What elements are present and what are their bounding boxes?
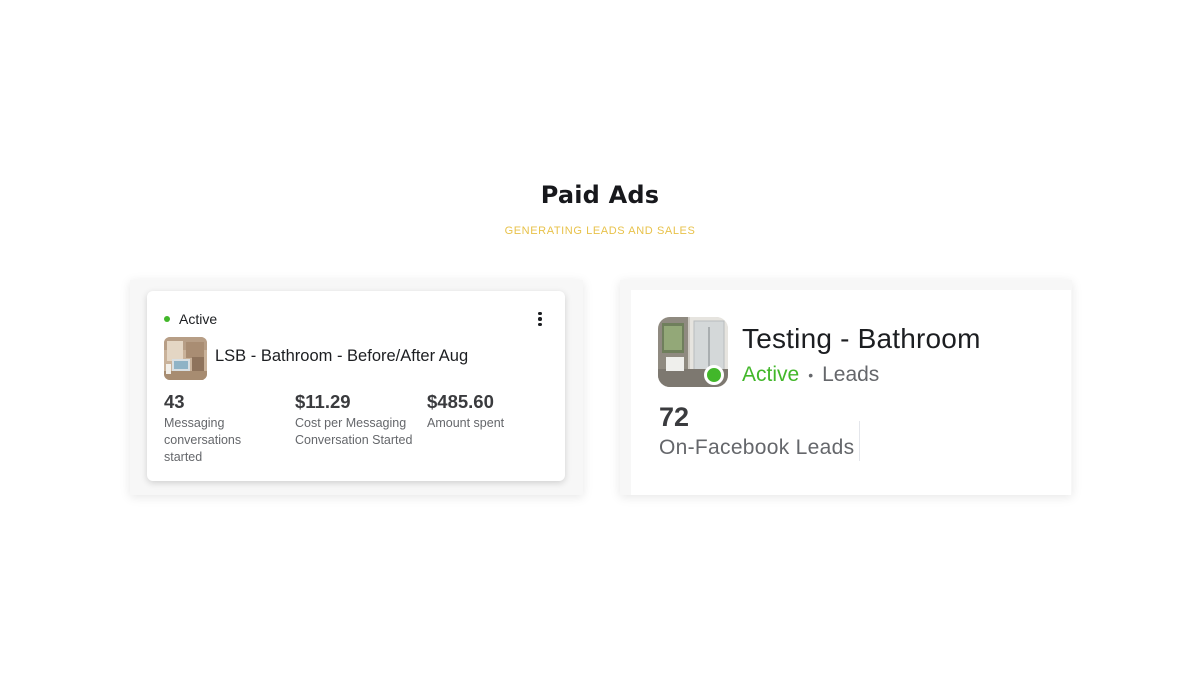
- result-value: 72: [659, 402, 690, 432]
- ad-card[interactable]: Testing - Bathroom Active • Leads 72 On-…: [631, 290, 1071, 495]
- more-vertical-icon: [538, 311, 542, 316]
- more-options-button[interactable]: [535, 309, 545, 329]
- metric-value: $485.60: [427, 391, 494, 412]
- result-label: On-Facebook Leads: [659, 436, 855, 459]
- page-subtitle: GENERATING LEADS AND SALES: [504, 225, 696, 237]
- status-row: Active: [164, 310, 217, 328]
- status-line: Active • Leads: [742, 363, 879, 387]
- metric-value: 43: [164, 391, 185, 412]
- metric-label: Cost per Messaging Conversation Started: [295, 416, 413, 447]
- metric-value: $11.29: [295, 391, 351, 412]
- metric-cost-per-conversation: $11.29 Cost per Messaging Conversation S…: [295, 390, 423, 449]
- separator-dot: •: [808, 367, 814, 383]
- ad-name[interactable]: Testing - Bathroom: [742, 323, 981, 355]
- page-title: Paid Ads: [540, 181, 660, 209]
- ad-name[interactable]: LSB - Bathroom - Before/After Aug: [215, 347, 468, 366]
- ad-screenshot-right: Testing - Bathroom Active • Leads 72 On-…: [620, 280, 1072, 495]
- metric-messaging-conversations: 43 Messaging conversations started: [164, 390, 292, 466]
- active-status-dot-icon: [704, 365, 724, 385]
- active-status-dot-icon: [164, 316, 170, 322]
- ad-card[interactable]: Active LSB - Bathroom - Before/After Aug…: [147, 291, 565, 481]
- ad-thumbnail: [164, 337, 207, 380]
- status-label: Active: [179, 311, 218, 327]
- ad-screenshot-left: Active LSB - Bathroom - Before/After Aug…: [130, 280, 583, 495]
- metric-label: Amount spent: [427, 416, 505, 430]
- divider: [859, 421, 860, 461]
- metric-amount-spent: $485.60 Amount spent: [427, 390, 555, 432]
- metric-label: Messaging conversations started: [164, 416, 242, 464]
- campaign-objective: Leads: [822, 363, 880, 386]
- status-label: Active: [742, 363, 800, 386]
- page: Paid Ads GENERATING LEADS AND SALES Acti…: [0, 0, 1200, 675]
